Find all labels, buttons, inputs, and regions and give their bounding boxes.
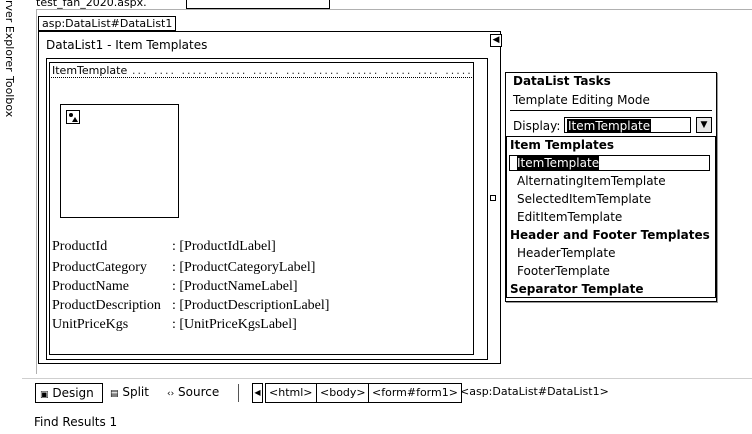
- breadcrumb-body[interactable]: <body>: [316, 383, 370, 403]
- group-header-header-footer: Header and Footer Templates: [510, 228, 710, 242]
- field-label[interactable]: : [ProductCategoryLabel]: [172, 260, 315, 276]
- chevron-down-icon: ▼: [700, 120, 708, 130]
- split-label: Split: [122, 385, 149, 399]
- option-separator-template[interactable]: Separator Template: [510, 282, 643, 296]
- field-label[interactable]: : [UnitPriceKgsLabel]: [172, 317, 297, 333]
- field-name: ProductName: [52, 279, 129, 294]
- dotted-divider: ... .... ..... ...... ..... .... ..... .…: [132, 64, 473, 77]
- template-editing-mode-label: Template Editing Mode: [513, 93, 650, 107]
- smart-tag-button[interactable]: ◀: [490, 34, 502, 47]
- option-headertemplate[interactable]: HeaderTemplate: [517, 246, 615, 260]
- datalist-title: DataList1 - Item Templates: [46, 38, 208, 52]
- option-label: ItemTemplate: [517, 156, 600, 170]
- item-template-label: ItemTemplate: [52, 64, 128, 77]
- design-icon: ▣: [40, 390, 49, 400]
- field-name: ProductId: [52, 239, 108, 254]
- broken-image-icon: [66, 110, 80, 124]
- option-alternatingitemtemplate[interactable]: AlternatingItemTemplate: [517, 174, 666, 188]
- source-icon: ‹›: [167, 389, 175, 399]
- design-label: Design: [52, 386, 94, 400]
- source-label: Source: [178, 385, 220, 399]
- option-selecteditemtemplate[interactable]: SelectedItemTemplate: [517, 192, 651, 206]
- design-view-button[interactable]: ▣ Design: [35, 383, 103, 403]
- field-label[interactable]: : [ProductNameLabel]: [172, 279, 298, 295]
- resize-handle[interactable]: [490, 195, 496, 201]
- display-select[interactable]: ItemTemplate: [564, 117, 691, 133]
- server-explorer-tab[interactable]: rver Explorer: [3, 0, 16, 72]
- option-itemtemplate[interactable]: ItemTemplate: [509, 155, 710, 171]
- separator: [238, 384, 239, 402]
- chevron-left-icon[interactable]: ◀: [252, 383, 263, 403]
- field-label[interactable]: : [ProductIdLabel]: [172, 239, 276, 255]
- display-label: Display:: [513, 119, 561, 133]
- source-view-button[interactable]: ‹› Source: [163, 383, 223, 403]
- option-footertemplate[interactable]: FooterTemplate: [517, 264, 610, 278]
- split-icon: ▤: [110, 389, 119, 399]
- field-label[interactable]: : [ProductDescriptionLabel]: [172, 298, 329, 314]
- control-tag[interactable]: asp:DataList#DataList1: [38, 16, 177, 31]
- breadcrumb-html[interactable]: <html>: [265, 383, 317, 403]
- dropdown-arrow-button[interactable]: ▼: [696, 117, 712, 133]
- left-tool-strip: rver Explorer Toolbox: [0, 0, 22, 380]
- group-header-item-templates: Item Templates: [510, 138, 615, 152]
- active-doc-tab[interactable]: [186, 0, 330, 9]
- field-name: ProductDescription: [52, 298, 161, 313]
- find-results-tab[interactable]: Find Results 1: [34, 415, 117, 429]
- display-value: ItemTemplate: [567, 119, 652, 133]
- file-tab[interactable]: test_fan_2020.aspx.cs: [36, 0, 146, 9]
- tasks-divider: [510, 110, 712, 111]
- tasks-title: DataList Tasks: [513, 74, 611, 88]
- split-view-button[interactable]: ▤ Split: [106, 383, 153, 403]
- toolbox-tab[interactable]: Toolbox: [3, 76, 16, 117]
- field-name: ProductCategory: [52, 260, 147, 275]
- option-edititemtemplate[interactable]: EditItemTemplate: [517, 210, 622, 224]
- breadcrumb-datalist[interactable]: <asp:DataList#DataList1>: [460, 383, 609, 403]
- breadcrumb-form[interactable]: <form#form1>: [368, 383, 462, 403]
- field-name: UnitPriceKgs: [52, 317, 129, 332]
